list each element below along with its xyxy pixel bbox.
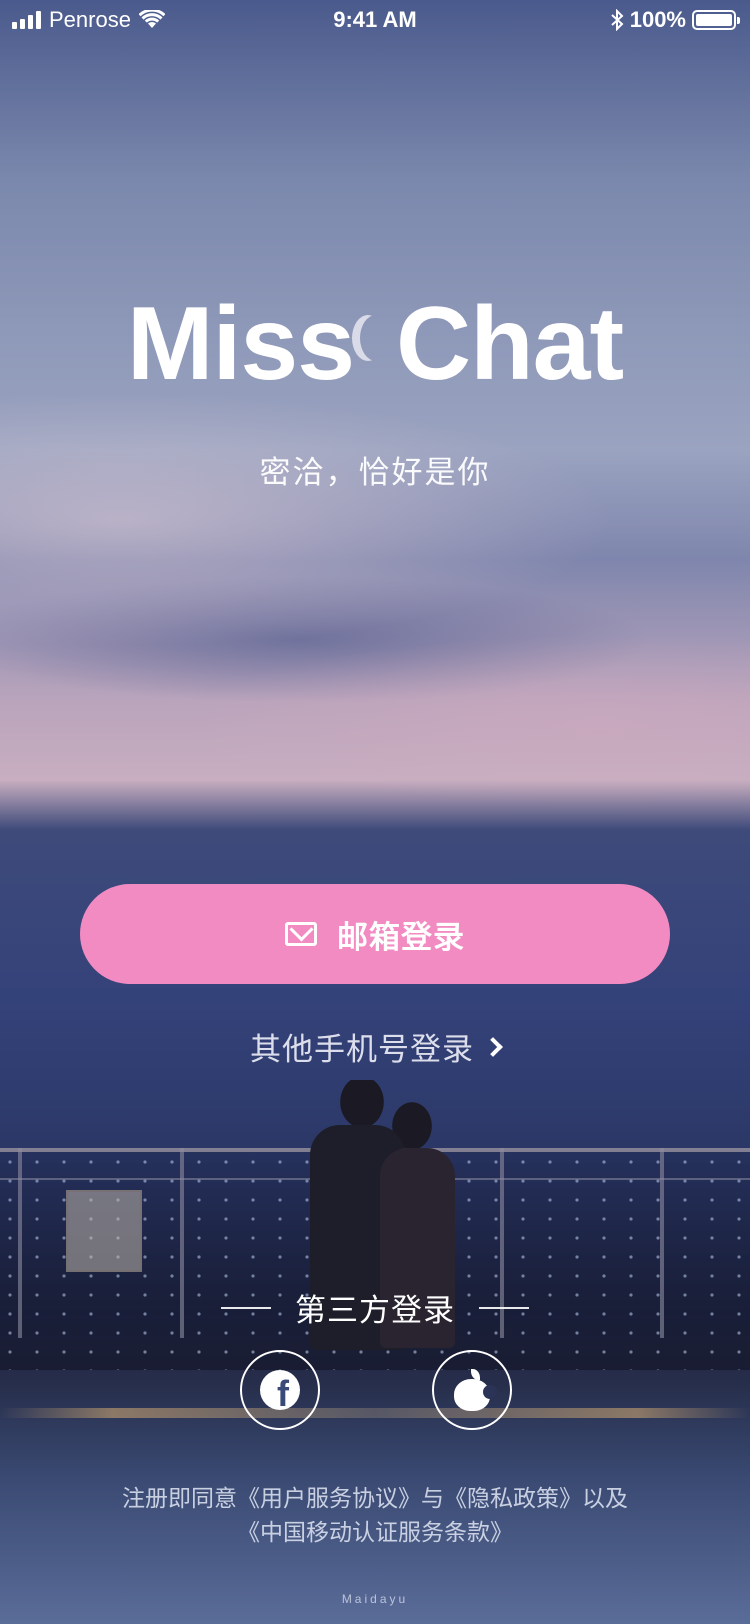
email-login-label: 邮箱登录 <box>337 919 465 956</box>
moon-icon <box>360 315 392 361</box>
phone-login-label: 其他手机号登录 <box>250 1032 474 1068</box>
chevron-right-icon <box>483 1036 503 1057</box>
third-party-divider: 第三方登录 <box>0 1285 750 1330</box>
app-title: Miss Chat <box>0 292 750 396</box>
floor-lights <box>0 1408 750 1418</box>
facebook-icon: f <box>260 1370 300 1410</box>
divider-line <box>479 1306 529 1309</box>
battery-icon <box>692 10 740 30</box>
bluetooth-icon <box>611 9 624 31</box>
tagline: 密洽，恰好是你 <box>259 455 491 491</box>
app-title-right: Chat <box>396 286 624 402</box>
phone-login-link[interactable]: 其他手机号登录 <box>0 1024 750 1069</box>
status-bar: Penrose 9:41 AM 100% <box>0 0 750 40</box>
watermark: Maidayu <box>341 1592 409 1606</box>
rooftop-sign <box>66 1190 142 1272</box>
mail-icon <box>285 922 317 946</box>
apple-login-button[interactable] <box>432 1350 512 1430</box>
apple-icon <box>454 1369 497 1411</box>
divider-line <box>221 1306 271 1309</box>
facebook-login-button[interactable]: f <box>240 1350 320 1430</box>
background-photo <box>0 0 750 1624</box>
battery-percent: 100% <box>629 7 686 32</box>
app-title-left: Miss <box>126 286 355 402</box>
status-right: 100% <box>610 7 740 33</box>
email-login-button[interactable]: 邮箱登录 <box>80 884 670 984</box>
third-party-label: 第三方登录 <box>295 1293 455 1329</box>
terms-text[interactable]: 注册即同意《用户服务协议》与《隐私政策》以及《中国移动认证服务条款》 <box>110 1482 640 1550</box>
